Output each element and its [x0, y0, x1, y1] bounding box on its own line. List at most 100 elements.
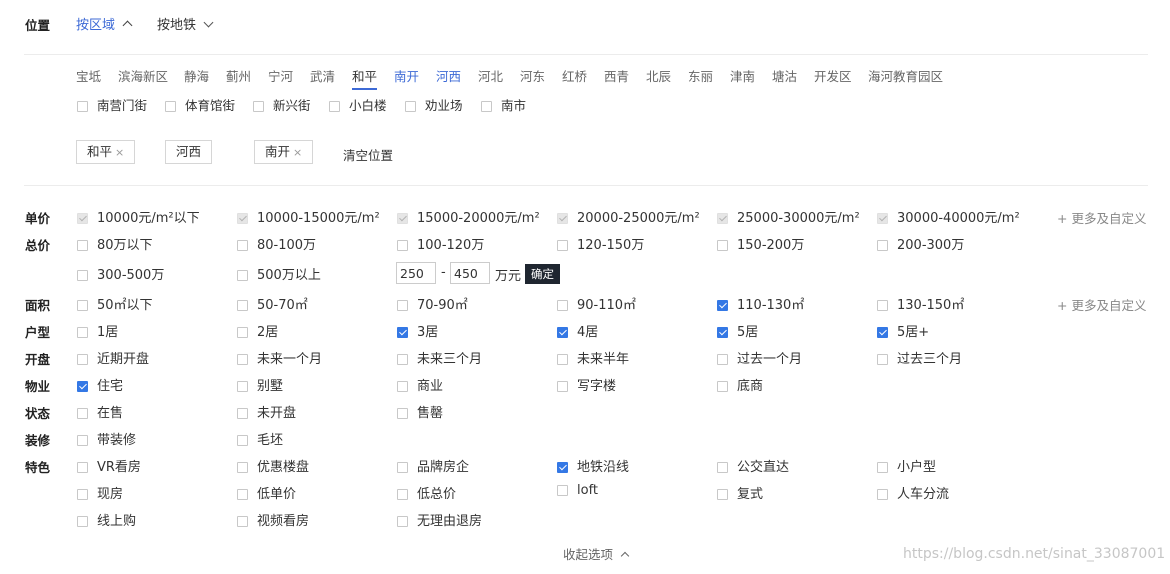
checkbox[interactable]	[717, 462, 728, 473]
feature-option[interactable]: 线上购	[77, 510, 136, 529]
total-price-option[interactable]: 200-300万	[877, 234, 964, 253]
checkbox[interactable]	[77, 408, 88, 419]
district-item[interactable]: 西青	[604, 66, 629, 85]
checkbox[interactable]	[77, 462, 88, 473]
checkbox[interactable]	[237, 300, 248, 311]
checkbox[interactable]	[77, 327, 88, 338]
checkbox[interactable]	[557, 240, 568, 251]
feature-option[interactable]: 低总价	[397, 483, 456, 502]
opening-option[interactable]: 近期开盘	[77, 348, 149, 367]
area-option[interactable]: 70-90㎡	[397, 294, 468, 313]
checkbox[interactable]	[877, 240, 888, 251]
status-option[interactable]: 未开盘	[237, 402, 296, 421]
checkbox[interactable]	[397, 462, 408, 473]
checkbox[interactable]	[237, 381, 248, 392]
feature-option[interactable]: 公交直达	[717, 456, 789, 475]
district-item[interactable]: 海河教育园区	[868, 66, 943, 85]
property-option[interactable]: 写字楼	[557, 375, 616, 394]
street-checkbox[interactable]: 体育馆街	[165, 95, 235, 114]
unit-price-option[interactable]: 10000元/m²以下	[77, 207, 200, 226]
checkbox[interactable]	[557, 300, 568, 311]
district-item[interactable]: 开发区	[814, 66, 852, 85]
layout-option[interactable]: 5居	[717, 321, 758, 340]
opening-option[interactable]: 未来一个月	[237, 348, 322, 367]
checkbox[interactable]	[557, 327, 568, 338]
checkbox[interactable]	[77, 240, 88, 251]
property-option[interactable]: 住宅	[77, 375, 123, 394]
status-option[interactable]: 售罄	[397, 402, 443, 421]
selected-tag[interactable]: 河西	[165, 140, 213, 164]
checkbox[interactable]	[253, 101, 264, 112]
checkbox[interactable]	[77, 516, 88, 527]
street-checkbox[interactable]: 劝业场	[405, 95, 463, 114]
checkbox[interactable]	[877, 354, 888, 365]
street-checkbox[interactable]: 南市	[481, 95, 526, 114]
checkbox[interactable]	[557, 354, 568, 365]
feature-option[interactable]: 优惠楼盘	[237, 456, 309, 475]
street-checkbox[interactable]: 小白楼	[329, 95, 387, 114]
checkbox[interactable]	[717, 240, 728, 251]
checkbox[interactable]	[237, 408, 248, 419]
district-item[interactable]: 红桥	[562, 66, 587, 85]
layout-option[interactable]: 3居	[397, 321, 438, 340]
unit-price-option[interactable]: 10000-15000元/m²	[237, 207, 380, 226]
checkbox[interactable]	[77, 489, 88, 500]
checkbox[interactable]	[329, 101, 340, 112]
total-price-option[interactable]: 500万以上	[237, 264, 321, 283]
checkbox[interactable]	[237, 516, 248, 527]
checkbox[interactable]	[237, 213, 248, 224]
district-item[interactable]: 宝坻	[76, 66, 101, 85]
close-icon[interactable]: ×	[115, 146, 124, 159]
checkbox[interactable]	[877, 300, 888, 311]
checkbox[interactable]	[557, 462, 568, 473]
checkbox[interactable]	[877, 462, 888, 473]
feature-option[interactable]: VR看房	[77, 456, 141, 475]
collapse-options-button[interactable]: 收起选项	[563, 544, 630, 563]
district-item[interactable]: 武清	[310, 66, 335, 85]
total-price-option[interactable]: 80-100万	[237, 234, 316, 253]
checkbox[interactable]	[405, 101, 416, 112]
close-icon[interactable]: ×	[293, 146, 302, 159]
layout-option[interactable]: 5居+	[877, 321, 929, 340]
area-option[interactable]: 90-110㎡	[557, 294, 636, 313]
checkbox[interactable]	[717, 213, 728, 224]
unit-price-option[interactable]: 25000-30000元/m²	[717, 207, 860, 226]
street-checkbox[interactable]: 新兴街	[253, 95, 311, 114]
checkbox[interactable]	[237, 489, 248, 500]
checkbox[interactable]	[237, 327, 248, 338]
checkbox[interactable]	[77, 300, 88, 311]
district-item[interactable]: 蓟州	[226, 66, 251, 85]
unit-price-option[interactable]: 20000-25000元/m²	[557, 207, 700, 226]
feature-option[interactable]: 品牌房企	[397, 456, 469, 475]
district-item[interactable]: 河东	[520, 66, 545, 85]
district-item[interactable]: 河北	[478, 66, 503, 85]
status-option[interactable]: 在售	[77, 402, 123, 421]
unit-price-more-link[interactable]: + 更多及自定义	[1057, 208, 1146, 227]
checkbox[interactable]	[481, 101, 492, 112]
checkbox[interactable]	[877, 327, 888, 338]
unit-price-option[interactable]: 15000-20000元/m²	[397, 207, 540, 226]
opening-option[interactable]: 过去一个月	[717, 348, 802, 367]
area-option[interactable]: 50-70㎡	[237, 294, 308, 313]
checkbox[interactable]	[557, 381, 568, 392]
district-item[interactable]: 塘沽	[772, 66, 797, 85]
checkbox[interactable]	[237, 435, 248, 446]
area-option[interactable]: 50㎡以下	[77, 294, 153, 313]
checkbox[interactable]	[397, 408, 408, 419]
checkbox[interactable]	[557, 485, 568, 496]
feature-option[interactable]: loft	[557, 483, 598, 498]
selected-tag[interactable]: 南开 ×	[254, 140, 314, 164]
district-item-nankai[interactable]: 南开	[394, 66, 419, 85]
total-price-option[interactable]: 300-500万	[77, 264, 164, 283]
unit-price-option[interactable]: 30000-40000元/m²	[877, 207, 1020, 226]
checkbox[interactable]	[877, 213, 888, 224]
checkbox[interactable]	[397, 354, 408, 365]
layout-option[interactable]: 1居	[77, 321, 118, 340]
total-price-option[interactable]: 80万以下	[77, 234, 153, 253]
district-item[interactable]: 滨海新区	[118, 66, 168, 85]
checkbox[interactable]	[77, 354, 88, 365]
checkbox[interactable]	[397, 240, 408, 251]
total-price-option[interactable]: 150-200万	[717, 234, 804, 253]
opening-option[interactable]: 过去三个月	[877, 348, 962, 367]
checkbox[interactable]	[397, 381, 408, 392]
